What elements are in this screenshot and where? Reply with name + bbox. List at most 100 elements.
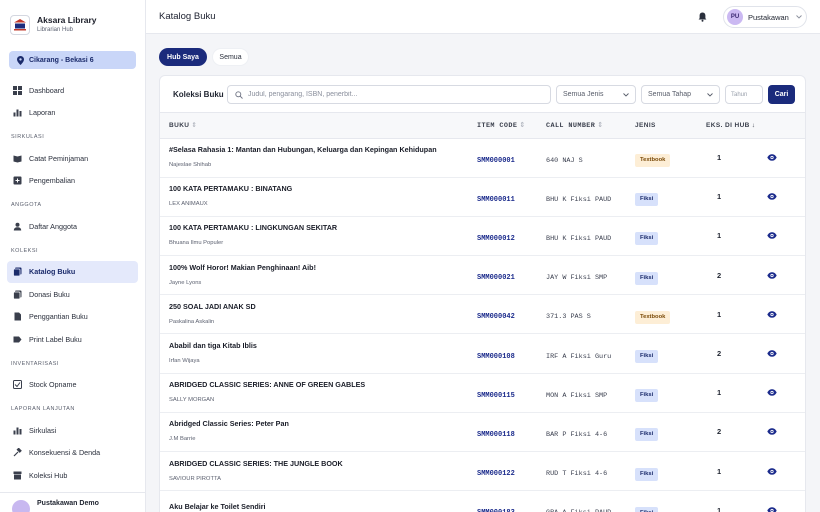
brand[interactable]: Aksara Library Librarian Hub <box>0 0 145 38</box>
view-eye-icon[interactable] <box>767 350 777 357</box>
eks-count: 1 <box>717 505 722 512</box>
view-eye-icon[interactable] <box>767 428 777 436</box>
branch-label: Cikarang - Bekasi 6 <box>29 56 94 64</box>
col-call-number-label: CALL NUMBER <box>546 121 596 130</box>
sidebar-item-catat-peminjaman[interactable]: Catat Peminjaman <box>7 147 138 170</box>
call-number: JAY W Fiksi SMP <box>546 274 608 283</box>
bell-icon[interactable] <box>698 12 707 22</box>
jenis-badge: Fiksi <box>635 389 659 403</box>
table-row[interactable]: 100 KATA PERTAMAKU : LINGKUNGAN SEKITAR B… <box>160 216 805 256</box>
cell-jenis: Fiksi <box>635 491 694 512</box>
sidebar-item-label: Catat Peminjaman <box>29 153 89 163</box>
view-eye-icon[interactable] <box>767 389 777 396</box>
sidebar-item-donasi-buku[interactable]: Donasi Buku <box>7 283 138 306</box>
table-row[interactable]: ABRIDGED CLASSIC SERIES: ANNE OF GREEN G… <box>160 373 805 413</box>
item-code: SMM000108 <box>477 352 515 361</box>
footer-user[interactable]: Pustakawan Demo <box>0 492 145 512</box>
book-title[interactable]: 100% Wolf Horor! Makian Penghinaan! Aib! <box>169 263 469 273</box>
brand-subtitle: Librarian Hub <box>37 27 74 33</box>
book-table: BUKU ⇕ ITEM CODE ⇕ CALL NUMBER ⇕ JENIS EKS.… <box>160 113 805 512</box>
card-toolbar: Koleksi Buku Semua Jenis Semua Tahap Tah… <box>160 76 805 113</box>
view-eye-icon[interactable] <box>767 507 777 512</box>
search-box[interactable] <box>227 85 551 104</box>
year-input[interactable]: Tahun <box>725 85 763 104</box>
sidebar-item-sirkulasi[interactable]: Sirkulasi <box>7 419 138 442</box>
book-title[interactable]: #Selasa Rahasia 1: Mantan dan Hubungan, … <box>169 145 469 155</box>
sidebar-item-konsekuensi-denda[interactable]: Konsekuensi & Denda <box>7 442 138 465</box>
sidebar-item-daftar-anggota[interactable]: Daftar Anggota <box>7 215 138 238</box>
cell-jenis: Fiksi <box>635 373 694 412</box>
book-title[interactable]: Aku Belajar ke Toilet Sendiri <box>169 502 469 512</box>
book-title[interactable]: 100 KATA PERTAMAKU : LINGKUNGAN SEKITAR <box>169 223 469 233</box>
item-code: SMM000021 <box>477 274 515 283</box>
sidebar-item-katalog-buku[interactable]: Katalog Buku <box>7 260 138 283</box>
book-title[interactable]: ABRIDGED CLASSIC SERIES: THE JUNGLE BOOK <box>169 459 469 469</box>
table-row[interactable]: Ababil dan tiga Kitab Iblis Irfan Wijaya S… <box>160 334 805 374</box>
cell-jenis: Fiksi <box>635 334 694 373</box>
tahap-filter-select[interactable]: Semua Tahap <box>641 85 720 104</box>
table-row[interactable]: ABRIDGED CLASSIC SERIES: THE JUNGLE BOOK… <box>160 452 805 491</box>
table-row[interactable]: Aku Belajar ke Toilet Sendiri SMM000183GR… <box>160 491 805 512</box>
sidebar-item-label: Konsekuensi & Denda <box>29 448 101 458</box>
sidebar-item-laporan[interactable]: Laporan <box>7 102 138 125</box>
book-title[interactable]: Abridged Classic Series: Peter Pan <box>169 419 469 429</box>
table-row[interactable]: 100 KATA PERTAMAKU : BINATANG LEX ANIMAUX… <box>160 177 805 217</box>
col-item-code[interactable]: ITEM CODE ⇕ <box>477 113 546 138</box>
table-row[interactable]: 100% Wolf Horor! Makian Penghinaan! Aib!… <box>160 256 805 295</box>
table-row[interactable]: Abridged Classic Series: Peter Pan J.M Ba… <box>160 412 805 452</box>
book-title[interactable]: 250 SOAL JADI ANAK SD <box>169 302 469 312</box>
replace-icon <box>14 312 21 321</box>
cell-actions <box>767 452 805 491</box>
eks-count: 1 <box>717 192 722 202</box>
sidebar-item-label: Dashboard <box>29 85 65 95</box>
label-icon <box>13 336 22 343</box>
col-buku[interactable]: BUKU ⇕ <box>160 113 477 138</box>
sort-icon: ⇕ <box>191 122 198 130</box>
branch-selector[interactable]: Cikarang - Bekasi 6 <box>9 51 136 69</box>
sort-icon: ⇕ <box>597 121 604 130</box>
dashboard-icon <box>13 85 22 95</box>
sidebar-item-pengembalian[interactable]: Pengembalian <box>7 170 138 193</box>
chart-icon <box>13 427 22 435</box>
tab-hub-saya[interactable]: Hub Saya <box>159 48 207 66</box>
sidebar-item-dashboard[interactable]: Dashboard <box>7 79 138 102</box>
table-row[interactable]: 250 SOAL JADI ANAK SD Paskalina Askalin SM… <box>160 295 805 334</box>
table-row[interactable]: #Selasa Rahasia 1: Mantan dan Hubungan, … <box>160 138 805 178</box>
tab-semua[interactable]: Semua <box>212 48 249 66</box>
view-eye-icon[interactable] <box>767 232 777 240</box>
view-eye-icon[interactable] <box>767 154 777 161</box>
sidebar-item-penggantian-buku[interactable]: Penggantian Buku <box>7 306 138 329</box>
sidebar-item-stock-opname[interactable]: Stock Opname <box>7 374 138 397</box>
col-actions <box>767 113 805 138</box>
stock-icon <box>13 380 22 390</box>
cell-eks: 1 <box>694 452 767 491</box>
view-eye-icon[interactable] <box>767 311 777 318</box>
cell-call-number: MON A Fiksi SMP <box>546 373 635 412</box>
cell-item-code: SMM000115 <box>477 373 546 412</box>
search-input[interactable] <box>248 91 538 98</box>
book-title[interactable]: ABRIDGED CLASSIC SERIES: ANNE OF GREEN G… <box>169 380 469 390</box>
cell-actions <box>767 256 805 295</box>
library-logo-icon <box>10 15 30 35</box>
view-eye-icon[interactable] <box>767 467 777 475</box>
sidebar-item-label: Daftar Anggota <box>29 221 77 231</box>
search-button[interactable]: Cari <box>768 85 795 104</box>
book-title[interactable]: Ababil dan tiga Kitab Iblis <box>169 341 469 351</box>
item-code: SMM000122 <box>477 470 515 479</box>
user-menu-button[interactable]: PU Pustakawan <box>723 6 807 28</box>
cell-call-number: BHU K Fiksi PAUD <box>546 177 635 216</box>
col-call-number[interactable]: CALL NUMBER ⇕ <box>546 113 635 138</box>
view-eye-icon[interactable] <box>767 271 777 279</box>
view-eye-icon[interactable] <box>767 193 777 200</box>
sidebar-item-print-label-buku[interactable]: Print Label Buku <box>7 328 138 351</box>
cell-jenis: Fiksi <box>635 452 694 491</box>
item-code: SMM000001 <box>477 156 515 165</box>
jenis-filter-select[interactable]: Semua Jenis <box>556 85 636 104</box>
page-title: Katalog Buku <box>159 11 216 22</box>
cell-book: #Selasa Rahasia 1: Mantan dan Hubungan, … <box>160 138 477 177</box>
col-jenis: JENIS <box>635 113 694 138</box>
col-eks[interactable]: EKS. DI HUB ↓ <box>694 113 767 138</box>
sidebar-item-koleksi-hub[interactable]: Koleksi Hub <box>7 464 138 487</box>
item-code: SMM000042 <box>477 313 515 322</box>
book-title[interactable]: 100 KATA PERTAMAKU : BINATANG <box>169 184 469 194</box>
